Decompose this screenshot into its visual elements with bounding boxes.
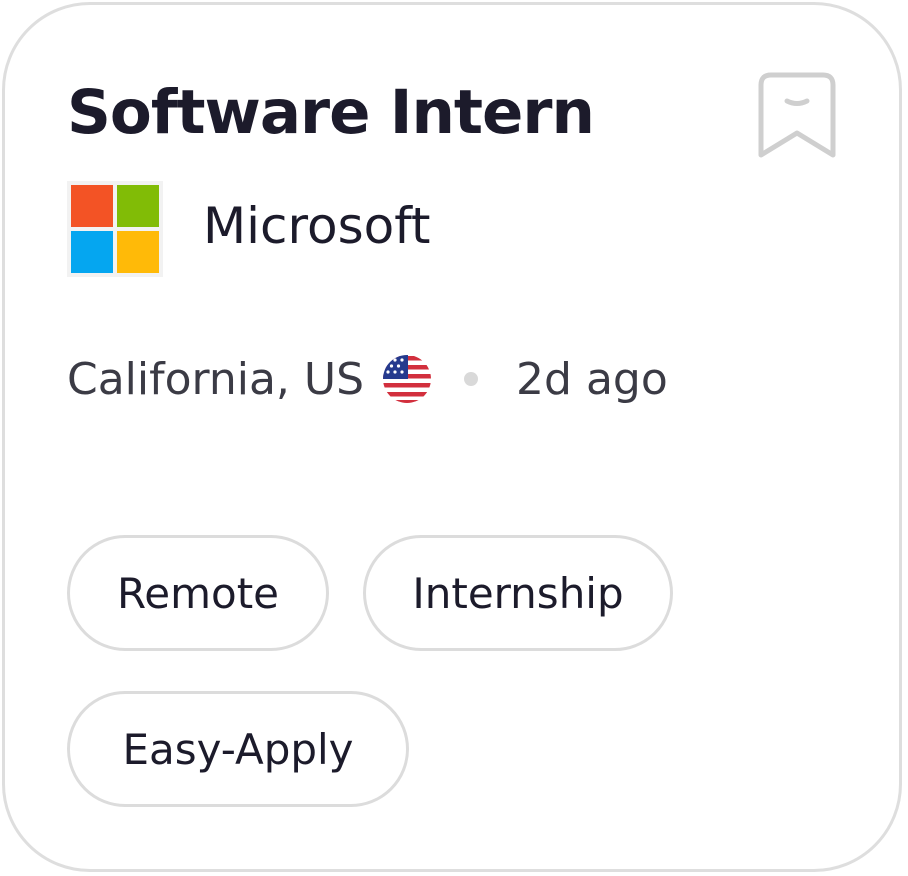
us-flag-icon bbox=[383, 355, 432, 403]
tag-remote[interactable]: Remote bbox=[67, 535, 329, 651]
job-location: California, US bbox=[67, 353, 365, 405]
company-logo bbox=[67, 181, 163, 277]
job-meta: California, US 2d ago bbox=[67, 349, 668, 409]
job-card[interactable]: Software Intern Microsoft California, US bbox=[2, 2, 902, 872]
microsoft-logo bbox=[67, 181, 163, 277]
tag-easy-apply[interactable]: Easy-Apply bbox=[67, 691, 409, 807]
company-name: Microsoft bbox=[203, 197, 431, 255]
bookmark-icon bbox=[758, 72, 836, 158]
posted-time: 2d ago bbox=[516, 353, 668, 405]
tag-internship[interactable]: Internship bbox=[363, 535, 673, 651]
bookmark-button[interactable] bbox=[757, 71, 837, 163]
separator-dot bbox=[464, 372, 479, 386]
job-title: Software Intern bbox=[67, 77, 595, 148]
